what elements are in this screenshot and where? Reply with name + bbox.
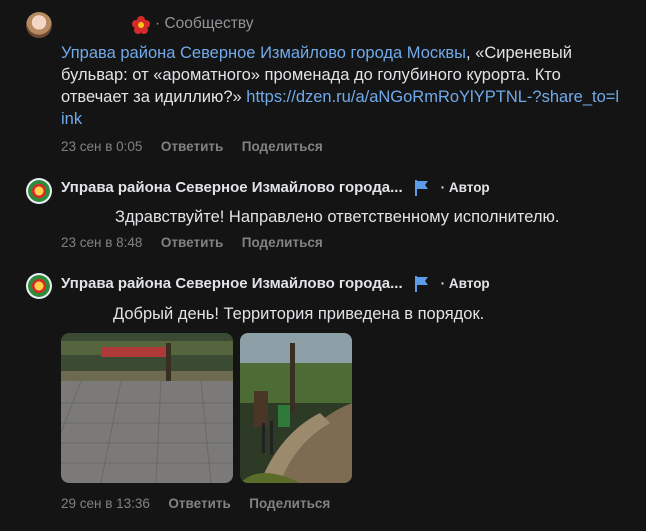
flag-icon [414,179,429,196]
photo-park-bench[interactable] [240,333,352,483]
community-link[interactable]: Управа района Северное Измайлово города … [61,44,466,62]
share-button[interactable]: Поделиться [242,139,323,154]
flag-icon [414,275,429,292]
reply-date: 29 сен в 13:36 [61,496,150,511]
reply-date: 23 сен в 8:48 [61,235,143,250]
author-badge: · Автор [440,180,490,195]
community-label[interactable]: · Сообществу [155,15,254,33]
post-text: Управа района Северное Измайлово города … [61,42,621,130]
share-button[interactable]: Поделиться [249,496,330,511]
author-name[interactable]: Управа района Северное Измайлово города.… [61,179,403,196]
reply-text: Здравствуйте! Направлено ответственному … [115,208,560,226]
org-avatar[interactable] [26,273,52,299]
reply-meta: 29 сен в 13:36 Ответить Поделиться [61,495,330,513]
reply-button[interactable]: Ответить [161,139,223,154]
share-button[interactable]: Поделиться [242,235,323,250]
reply-button[interactable]: Ответить [168,496,230,511]
post-date: 23 сен в 0:05 [61,139,143,154]
org-avatar[interactable] [26,178,52,204]
post-meta: 23 сен в 0:05 Ответить Поделиться [61,138,323,156]
flower-icon [131,15,151,40]
author-badge: · Автор [440,276,490,291]
photo-pavement[interactable] [61,333,233,483]
author-name[interactable]: Управа района Северное Измайлово города.… [61,275,403,292]
reply-text: Добрый день! Территория приведена в поря… [113,305,485,323]
user-avatar[interactable] [26,12,52,38]
reply-header: Управа района Северное Измайлово города.… [61,179,490,196]
reply-button[interactable]: Ответить [161,235,223,250]
reply-header: Управа района Северное Измайлово города.… [61,275,490,292]
reply-meta: 23 сен в 8:48 Ответить Поделиться [61,234,323,252]
